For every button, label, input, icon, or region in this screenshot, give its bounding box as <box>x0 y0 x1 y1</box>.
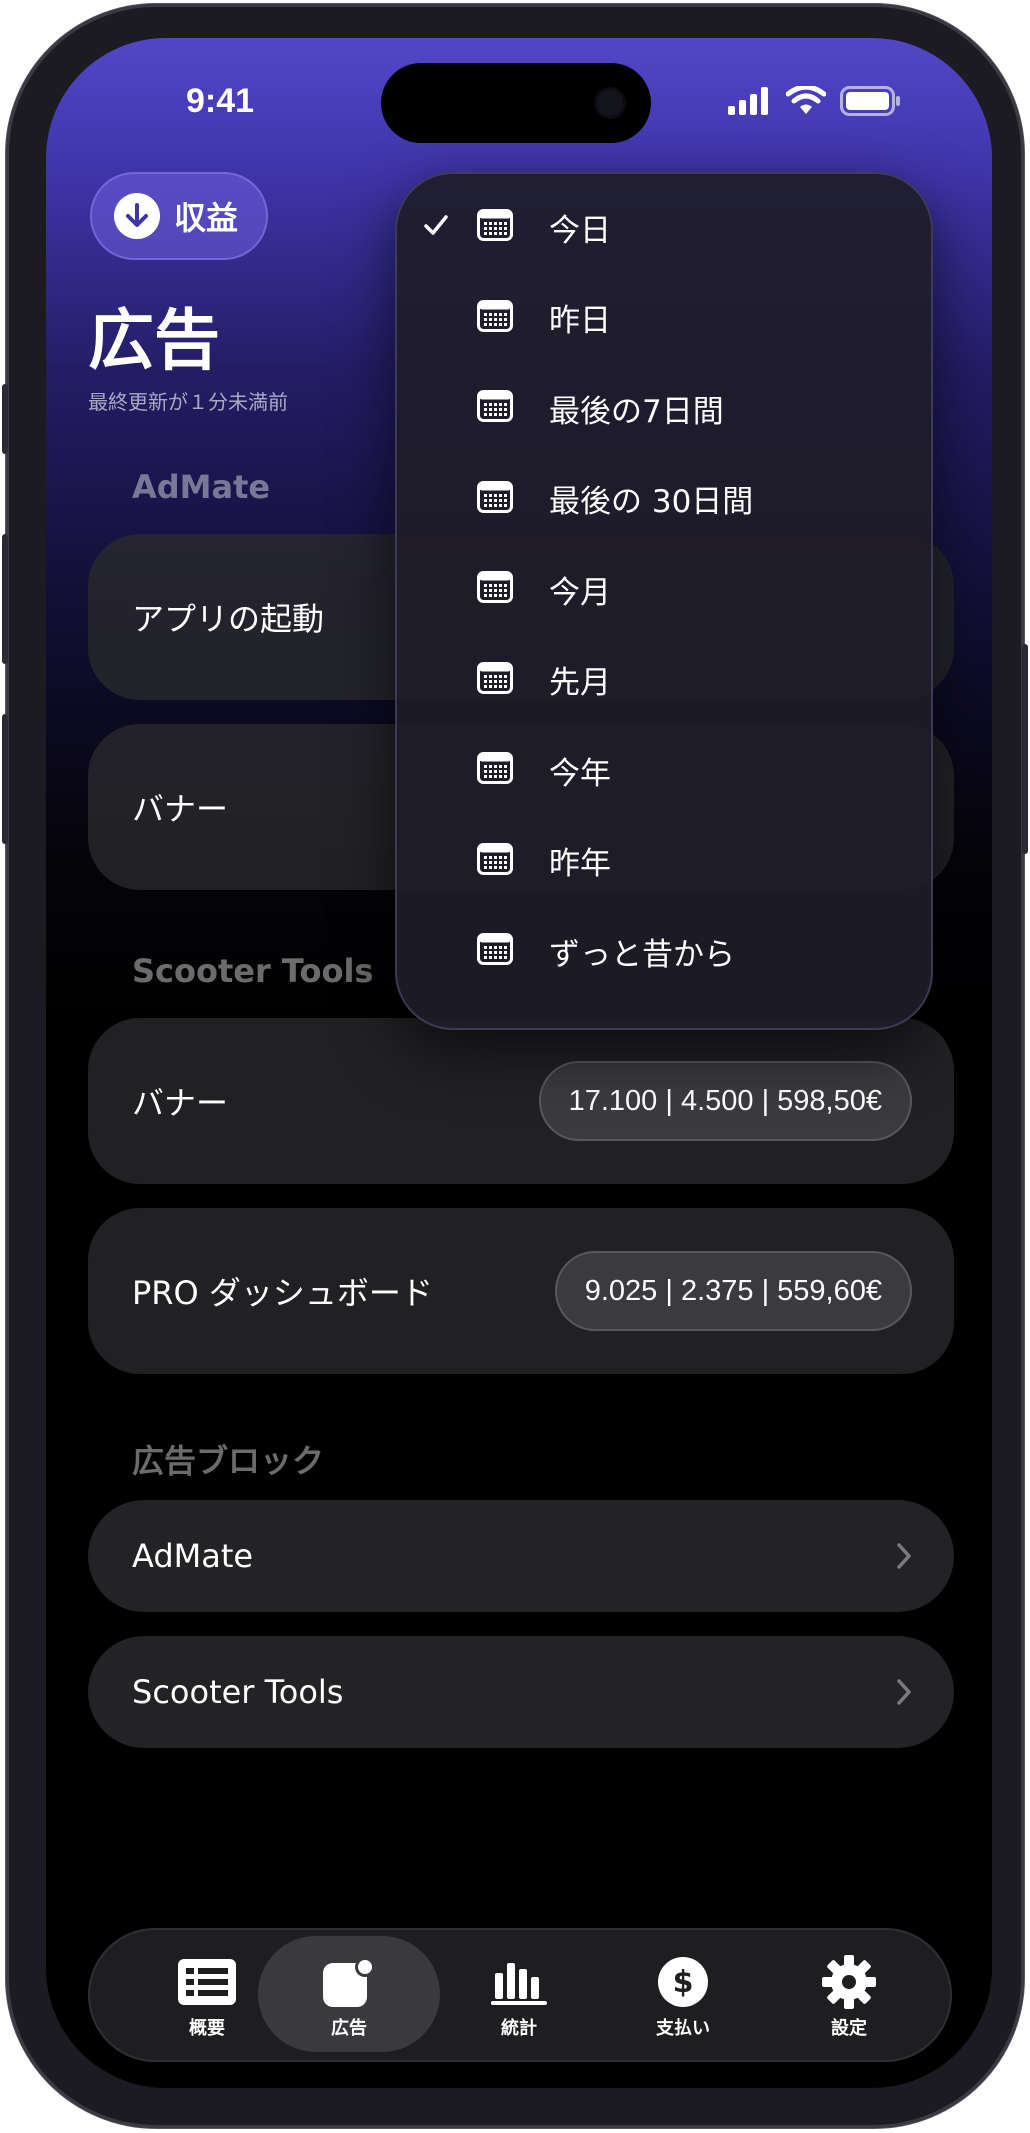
svg-text:$: $ <box>673 1965 694 2000</box>
section-title-ad-blocks: 広告ブロック <box>132 1442 325 1480</box>
ad-card-label: アプリの起動 <box>132 600 325 638</box>
date-range-menu: 今日昨日最後の7日間 最後の 30日間 今月先月今年昨年ずっと昔から <box>395 172 933 1030</box>
tab-label: 概要 <box>189 2018 225 2039</box>
bar-chart-icon <box>491 1956 547 2008</box>
tab-ads[interactable]: 広告 <box>258 1928 440 2062</box>
status-time: 9:41 <box>186 82 255 120</box>
date-range-option[interactable]: ずっと昔から <box>395 906 933 996</box>
date-range-option-label: ずっと昔から <box>549 936 735 973</box>
section-title-admate: AdMate <box>132 468 271 506</box>
date-range-option[interactable]: 昨日 <box>395 273 933 363</box>
chevron-right-icon <box>897 1679 911 1705</box>
calendar-icon <box>477 571 513 607</box>
wifi-icon <box>786 86 826 114</box>
ad-card-label: バナー <box>132 1084 229 1122</box>
date-range-option-label: 今月 <box>549 574 611 611</box>
calendar-icon <box>477 480 513 517</box>
calendar-icon <box>477 390 513 426</box>
ad-block-row-scooter[interactable]: Scooter Tools <box>88 1636 954 1748</box>
ad-card-label: バナー <box>132 790 229 828</box>
ad-stats-pill: 17.100 | 4.500 | 598,50€ <box>538 1061 912 1141</box>
ad-card-banner-scooter[interactable]: バナー 17.100 | 4.500 | 598,50€ <box>88 1018 954 1184</box>
tab-payments[interactable]: $ 支払い <box>598 1928 768 2062</box>
power-button <box>1022 644 1028 854</box>
camera <box>597 90 623 116</box>
volume-up-button <box>2 534 8 664</box>
battery-icon <box>840 86 900 116</box>
dynamic-island <box>381 63 651 143</box>
tab-label: 設定 <box>831 2018 867 2039</box>
section-title-scooter: Scooter Tools <box>132 952 374 990</box>
tab-settings[interactable]: 設定 <box>764 1928 934 2062</box>
dollar-icon: $ <box>658 1956 708 2008</box>
date-range-option[interactable]: 今日 <box>395 182 933 272</box>
date-range-option-label: 今年 <box>549 755 611 792</box>
cellular-signal-icon <box>728 87 768 115</box>
calendar-icon <box>477 933 513 969</box>
date-range-option[interactable]: 先月 <box>395 635 933 725</box>
calendar-icon <box>477 752 513 788</box>
chevron-right-icon <box>897 1543 911 1569</box>
date-range-option[interactable]: 昨年 <box>395 816 933 906</box>
page-title: 広告 <box>88 302 220 379</box>
ad-card-label: PRO ダッシュボード <box>132 1274 433 1312</box>
calendar-icon <box>477 661 513 698</box>
checkmark-icon <box>423 213 449 241</box>
date-range-option-label: 先月 <box>549 665 611 701</box>
ad-card-pro-dashboard[interactable]: PRO ダッシュボード 9.025 | 2.375 | 559,60€ <box>88 1208 954 1374</box>
mute-switch <box>2 384 8 454</box>
ad-block-label: AdMate <box>132 1537 254 1575</box>
date-range-option[interactable]: 最後の 30日間 <box>395 454 933 544</box>
last-updated: 最終更新が１分未満前 <box>88 390 288 414</box>
tab-label: 広告 <box>331 2018 367 2039</box>
gear-icon <box>822 1955 876 2009</box>
date-range-option-label: 最後の7日間 <box>549 393 724 430</box>
date-range-option[interactable]: 今月 <box>395 544 933 634</box>
tab-stats[interactable]: 統計 <box>434 1928 604 2062</box>
date-range-option[interactable]: 今年 <box>395 725 933 815</box>
tab-bar: 概要 広告 統計 $ 支払い 設定 <box>88 1928 952 2062</box>
calendar-icon <box>477 209 513 245</box>
ad-stats-pill: 9.025 | 2.375 | 559,60€ <box>554 1251 912 1331</box>
date-range-option-label: 最後の 30日間 <box>549 484 754 520</box>
date-range-option-label: 今日 <box>549 212 611 249</box>
list-icon <box>178 1956 236 2008</box>
download-arrow-icon <box>114 193 160 239</box>
ad-block-row-admate[interactable]: AdMate <box>88 1500 954 1612</box>
earnings-button-label: 収益 <box>174 199 239 237</box>
calendar-icon <box>477 299 513 336</box>
screen: 9:41 収益 広告 最終更新が１分未満前 AdMate アプリの起動 バナー … <box>46 38 992 2088</box>
date-range-option[interactable]: 最後の7日間 <box>395 363 933 453</box>
volume-down-button <box>2 714 8 844</box>
phone-frame: 9:41 収益 広告 最終更新が１分未満前 AdMate アプリの起動 バナー … <box>2 4 1028 2128</box>
status-icons <box>728 86 902 116</box>
ad-icon <box>323 1956 375 2008</box>
ad-block-label: Scooter Tools <box>132 1673 344 1711</box>
tab-label: 統計 <box>501 2018 537 2039</box>
tab-label: 支払い <box>656 2018 710 2039</box>
date-range-option-label: 昨日 <box>549 303 611 339</box>
earnings-button[interactable]: 収益 <box>90 172 268 260</box>
date-range-option-label: 昨年 <box>549 846 611 882</box>
calendar-icon <box>477 842 513 879</box>
